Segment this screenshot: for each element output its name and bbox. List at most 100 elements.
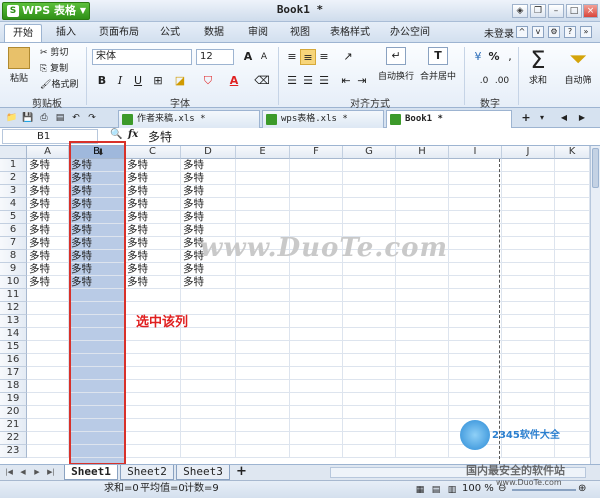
fx-icon[interactable]: fx xyxy=(128,129,138,140)
merge-center-button[interactable]: T 合并居中 xyxy=(418,47,458,93)
column-header[interactable]: F xyxy=(290,146,343,159)
border-icon[interactable]: ⊞ xyxy=(150,73,166,89)
row-header[interactable]: 18 xyxy=(0,380,27,393)
login-status[interactable]: 未登录 xyxy=(484,25,514,40)
row-header[interactable]: 22 xyxy=(0,432,27,445)
column-header[interactable]: G xyxy=(343,146,396,159)
tab-data[interactable]: 数据 xyxy=(196,24,232,42)
new-tab-button[interactable]: + xyxy=(518,110,534,126)
table-cell[interactable]: 多特 xyxy=(125,263,181,276)
table-cell[interactable]: 多特 xyxy=(125,276,181,289)
maximize-button[interactable]: □ xyxy=(566,4,582,18)
expand-icon[interactable]: » xyxy=(580,26,592,38)
row-header[interactable]: 6 xyxy=(0,224,27,237)
row-header[interactable]: 2 xyxy=(0,172,27,185)
row-header[interactable]: 8 xyxy=(0,250,27,263)
fill-bucket-icon[interactable]: ⛉ xyxy=(200,73,216,89)
table-cell[interactable]: 多特 xyxy=(125,224,181,237)
column-header[interactable]: I xyxy=(449,146,502,159)
minimize-button[interactable]: – xyxy=(548,4,564,18)
bold-button[interactable]: B xyxy=(94,73,110,89)
column-header[interactable]: H xyxy=(396,146,449,159)
tab-review[interactable]: 审阅 xyxy=(240,24,276,42)
help-icon[interactable]: ? xyxy=(564,26,576,38)
decrease-decimal-icon[interactable]: .00 xyxy=(494,73,510,89)
scroll-right-icon[interactable]: ▶ xyxy=(574,110,590,126)
row-header[interactable]: 3 xyxy=(0,185,27,198)
align-right-icon[interactable]: ☰ xyxy=(316,73,332,89)
tab-formulas[interactable]: 公式 xyxy=(152,24,188,42)
cut-button[interactable]: ✂ 剪切 xyxy=(40,47,68,59)
format-painter-button[interactable]: 🖌格式刷 xyxy=(40,79,78,91)
table-cell[interactable]: 多特 xyxy=(27,198,69,211)
paste-button[interactable]: 粘贴 xyxy=(6,47,32,89)
select-all-corner[interactable] xyxy=(0,146,27,159)
tab-table-style[interactable]: 表格样式 xyxy=(324,24,376,42)
autosum-button[interactable]: Σ 求和 xyxy=(522,47,554,93)
column-header[interactable]: A xyxy=(27,146,69,159)
tab-view[interactable]: 视图 xyxy=(282,24,318,42)
formula-input[interactable]: 多特 xyxy=(148,128,172,145)
doc-tab[interactable]: 作者来稿.xls * xyxy=(118,110,260,128)
table-cell[interactable]: 多特 xyxy=(125,159,181,172)
collapse-ribbon-icon[interactable]: ^ xyxy=(516,26,528,38)
row-header[interactable]: 21 xyxy=(0,419,27,432)
align-center-icon[interactable]: ☰ xyxy=(300,73,316,89)
autofilter-button[interactable]: ⏷ 自动筛 xyxy=(558,47,598,93)
increase-decimal-icon[interactable]: .0 xyxy=(476,73,492,89)
row-header[interactable]: 23 xyxy=(0,445,27,458)
table-cell[interactable]: 多特 xyxy=(27,276,69,289)
fill-color-icon[interactable]: ◪ xyxy=(172,73,188,89)
table-cell[interactable]: 多特 xyxy=(181,276,236,289)
row-header[interactable]: 17 xyxy=(0,367,27,380)
table-cell[interactable]: 多特 xyxy=(181,211,236,224)
chevron-down-icon[interactable]: v xyxy=(532,26,544,38)
table-cell[interactable]: 多特 xyxy=(125,250,181,263)
row-header[interactable]: 4 xyxy=(0,198,27,211)
table-cell[interactable]: 多特 xyxy=(125,172,181,185)
first-sheet-icon[interactable]: |◀ xyxy=(4,467,14,478)
preview-icon[interactable]: ▤ xyxy=(52,110,68,126)
column-header[interactable]: C xyxy=(125,146,181,159)
underline-button[interactable]: U xyxy=(130,73,146,89)
table-cell[interactable]: 多特 xyxy=(181,185,236,198)
align-middle-icon[interactable]: ≡ xyxy=(300,49,316,65)
table-cell[interactable]: 多特 xyxy=(27,185,69,198)
tab-office-space[interactable]: 办公空间 xyxy=(384,24,436,42)
column-header[interactable]: K xyxy=(555,146,590,159)
table-cell[interactable]: 多特 xyxy=(181,159,236,172)
font-color-icon[interactable]: A xyxy=(226,73,242,89)
font-size-select[interactable]: 12 xyxy=(196,49,234,65)
skin-icon[interactable]: ◈ xyxy=(512,4,528,18)
undo-icon[interactable]: ↶ xyxy=(68,110,84,126)
last-sheet-icon[interactable]: ▶| xyxy=(46,467,56,478)
italic-button[interactable]: I xyxy=(112,73,128,89)
align-top-icon[interactable]: ≡ xyxy=(284,49,300,65)
table-cell[interactable]: 多特 xyxy=(27,224,69,237)
align-bottom-icon[interactable]: ≡ xyxy=(316,49,332,65)
row-header[interactable]: 16 xyxy=(0,354,27,367)
column-header[interactable]: J xyxy=(502,146,555,159)
row-header[interactable]: 20 xyxy=(0,406,27,419)
row-header[interactable]: 12 xyxy=(0,302,27,315)
table-cell[interactable]: 多特 xyxy=(125,198,181,211)
shrink-font-icon[interactable]: A xyxy=(256,49,272,65)
row-header[interactable]: 15 xyxy=(0,341,27,354)
decrease-indent-icon[interactable]: ⇤ xyxy=(338,73,354,89)
clear-format-icon[interactable]: ⌫ xyxy=(254,73,270,89)
chevron-down-icon[interactable]: ▾ xyxy=(534,110,550,126)
add-sheet-button[interactable]: + xyxy=(236,465,247,479)
scroll-left-icon[interactable]: ◀ xyxy=(556,110,572,126)
table-cell[interactable]: 多特 xyxy=(125,185,181,198)
next-sheet-icon[interactable]: ▶ xyxy=(32,467,42,478)
table-cell[interactable]: 多特 xyxy=(125,237,181,250)
copy-button[interactable]: ⎘ 复制 xyxy=(40,63,68,75)
normal-view-icon[interactable]: ▦ xyxy=(412,482,428,498)
tab-page-layout[interactable]: 页面布局 xyxy=(92,24,146,42)
table-cell[interactable]: 多特 xyxy=(181,263,236,276)
table-cell[interactable]: 多特 xyxy=(27,263,69,276)
restore-window-icon[interactable]: ❐ xyxy=(530,4,546,18)
row-header[interactable]: 7 xyxy=(0,237,27,250)
table-cell[interactable]: 多特 xyxy=(27,250,69,263)
prev-sheet-icon[interactable]: ◀ xyxy=(18,467,28,478)
